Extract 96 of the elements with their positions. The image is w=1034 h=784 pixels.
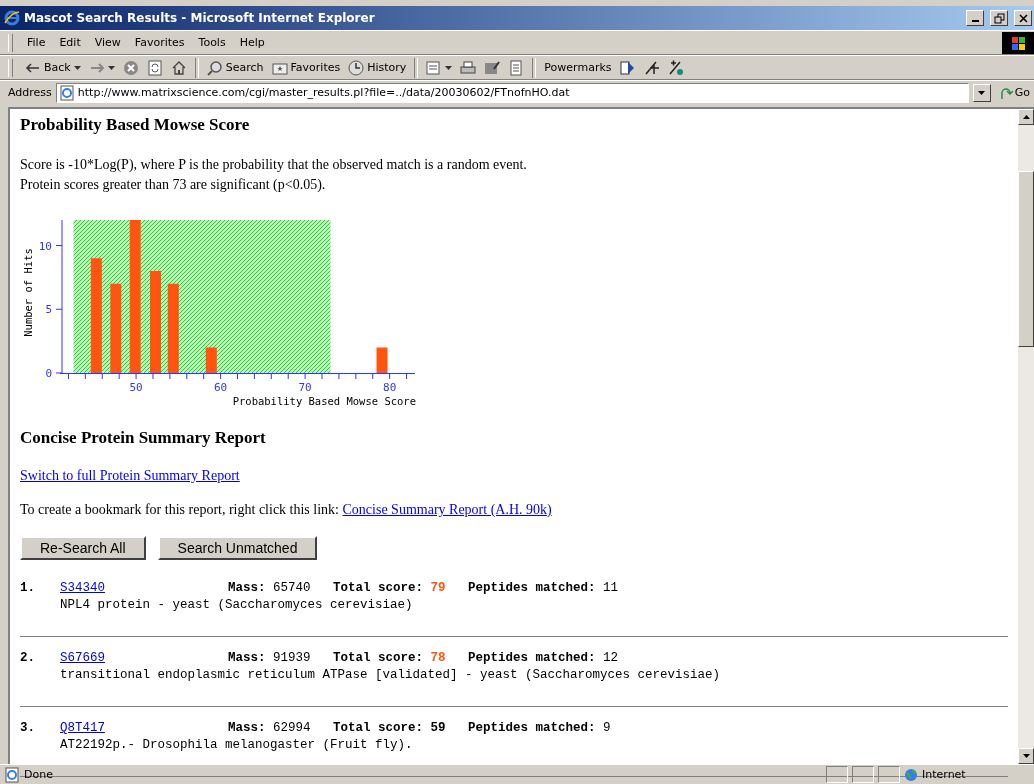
scroll-thumb[interactable] bbox=[1018, 171, 1034, 347]
report-link[interactable]: Switch to full Protein Summary Report bbox=[20, 468, 240, 483]
go-arrow-icon bbox=[998, 85, 1013, 100]
bookmark-text: To create a bookmark for this report, right click this link: bbox=[20, 502, 339, 517]
down-arrow-icon bbox=[1022, 754, 1030, 758]
tick-label: 50 bbox=[129, 381, 143, 394]
stop-icon bbox=[122, 59, 139, 76]
search-button[interactable]: Search bbox=[202, 56, 268, 79]
pen-target-icon bbox=[643, 59, 660, 76]
mass-value: 62994 bbox=[273, 720, 311, 737]
refresh-icon bbox=[146, 59, 163, 76]
menu-item[interactable]: View bbox=[88, 34, 127, 51]
caret-icon bbox=[978, 90, 986, 95]
field-label: Mass: bbox=[228, 650, 266, 667]
field-label: Peptides matched: bbox=[468, 720, 596, 737]
tick-label: 80 bbox=[383, 381, 397, 394]
action-button[interactable]: Search Unmatched bbox=[157, 536, 318, 560]
description-text: Score is -10*Log(P), where P is the probability that the observed match is a random event. bbox=[20, 156, 528, 174]
field-label: Mass: bbox=[228, 720, 266, 737]
peptides-value: 11 bbox=[603, 580, 619, 597]
histogram-bar bbox=[205, 347, 217, 373]
dropdown-button[interactable] bbox=[972, 83, 991, 102]
field-label: Peptides matched: bbox=[468, 580, 596, 597]
tick-label: 0 bbox=[45, 367, 52, 380]
globe-icon bbox=[904, 767, 918, 782]
menu-item[interactable]: Favorites bbox=[128, 34, 191, 51]
axis-title: Probability Based Mowse Score bbox=[232, 395, 416, 407]
address-label: Address bbox=[8, 86, 52, 99]
minimize-button[interactable] bbox=[966, 10, 984, 26]
rank-number: 3. bbox=[20, 720, 36, 737]
menu-item[interactable]: File bbox=[21, 34, 52, 51]
up-arrow-icon bbox=[1022, 115, 1030, 119]
section-heading: Probability Based Mowse Score bbox=[20, 114, 251, 135]
restore-icon bbox=[993, 12, 1005, 24]
action-button[interactable]: Re-Search All bbox=[20, 536, 146, 560]
mail-icon bbox=[426, 59, 443, 76]
history-button[interactable]: History bbox=[344, 56, 411, 79]
protein-description: NPL4 protein - yeast (Saccharomyces cerevisiae) bbox=[59, 597, 414, 614]
field-label: Total score: bbox=[333, 580, 424, 597]
minimize-icon bbox=[971, 20, 979, 22]
favorites-button[interactable]: Favorites bbox=[267, 56, 345, 79]
tick-label: 60 bbox=[213, 381, 228, 394]
accession-link[interactable]: S67669 bbox=[60, 651, 105, 665]
accession-link[interactable]: S34340 bbox=[60, 581, 105, 595]
go-button[interactable]: Go bbox=[994, 85, 1034, 100]
search-icon bbox=[206, 59, 223, 76]
scroll-down-button[interactable] bbox=[1018, 748, 1034, 764]
back-button[interactable]: Back bbox=[21, 56, 85, 79]
history-clock-icon bbox=[348, 59, 365, 76]
scroll-up-button[interactable] bbox=[1018, 109, 1034, 125]
pen-plus-icon bbox=[667, 59, 684, 76]
mass-value: 65740 bbox=[273, 580, 311, 597]
menu-item[interactable]: Tools bbox=[192, 34, 232, 51]
field-label: Total score: bbox=[333, 720, 424, 737]
edit-icon bbox=[484, 59, 501, 76]
axis-title: Number of Hits bbox=[22, 248, 34, 337]
protein-description: AT22192p.- Drosophila melanogaster (Fruit fly). bbox=[59, 737, 414, 754]
page-icon bbox=[4, 766, 20, 783]
tick-label: 5 bbox=[45, 303, 52, 317]
address-field[interactable]: http://www.matrixscience.com/cgi/master_results.pl?file=../data/20030602/FTnofnHO.dat bbox=[55, 82, 969, 103]
home-icon bbox=[170, 59, 187, 76]
report-link[interactable]: Concise Summary Report (A.H. 90k) bbox=[342, 502, 552, 517]
powermarks-label: Powermarks bbox=[543, 60, 613, 76]
ie-logo-icon bbox=[4, 10, 20, 26]
peptides-value: 12 bbox=[603, 650, 619, 667]
rank-number: 2. bbox=[20, 650, 36, 667]
restore-button[interactable] bbox=[990, 10, 1008, 26]
close-icon bbox=[1017, 12, 1029, 24]
field-label: Peptides matched: bbox=[468, 650, 596, 667]
score-value: 59 bbox=[430, 720, 446, 737]
field-label: Mass: bbox=[228, 580, 266, 597]
document-arrow-icon bbox=[619, 59, 636, 76]
accession-link[interactable]: Q8T417 bbox=[60, 721, 105, 735]
histogram-bar bbox=[376, 347, 388, 373]
section-heading: Concise Protein Summary Report bbox=[20, 427, 267, 448]
printer-icon bbox=[460, 59, 477, 76]
score-value: 79 bbox=[430, 580, 446, 597]
protein-description: transitional endoplasmic reticulum ATPase [validated] - yeast (Saccharomyces cerevisiae) bbox=[59, 667, 722, 684]
menu-item[interactable]: Edit bbox=[53, 34, 87, 51]
description-text: Protein scores greater than 73 are significant (p<0.05). bbox=[20, 176, 327, 194]
page-icon bbox=[58, 84, 75, 101]
field-label: Total score: bbox=[333, 650, 424, 667]
zone-text: Internet bbox=[922, 768, 966, 781]
menu-item[interactable]: Help bbox=[233, 34, 271, 51]
close-button[interactable] bbox=[1014, 10, 1032, 26]
scrollbar[interactable] bbox=[1018, 109, 1034, 764]
rank-number: 1. bbox=[20, 580, 36, 597]
document-icon bbox=[508, 59, 525, 76]
peptides-value: 9 bbox=[603, 720, 611, 737]
tick-label: 10 bbox=[38, 239, 52, 253]
score-value: 78 bbox=[430, 650, 446, 667]
mass-value: 91939 bbox=[273, 650, 311, 667]
windows-flag-icon bbox=[1002, 31, 1034, 54]
status-text: Done bbox=[24, 768, 53, 781]
tick-label: 70 bbox=[298, 381, 312, 394]
window-title: Mascot Search Results - Microsoft Internet Explorer bbox=[24, 11, 376, 25]
